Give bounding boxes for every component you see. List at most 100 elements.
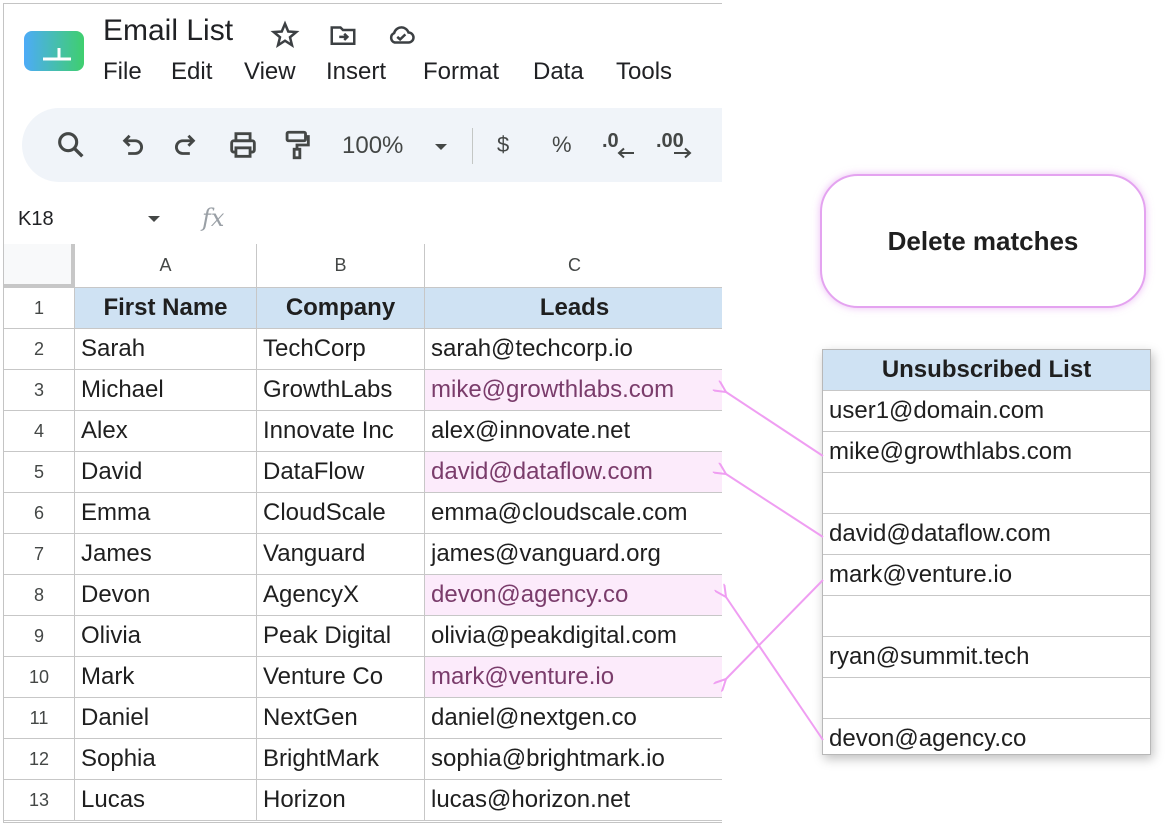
- lead-cell-matched[interactable]: devon@agency.co: [425, 575, 722, 616]
- name-box[interactable]: K18: [18, 208, 54, 231]
- document-title[interactable]: Email List: [103, 14, 233, 48]
- row-header[interactable]: 11: [4, 698, 75, 739]
- row-header[interactable]: 7: [4, 534, 75, 575]
- lead-cell[interactable]: james@vanguard.org: [425, 534, 722, 575]
- arrow-left-icon: [617, 147, 634, 159]
- company-cell[interactable]: AgencyX: [257, 575, 425, 616]
- print-icon[interactable]: [226, 128, 260, 162]
- select-all-corner[interactable]: [4, 244, 75, 288]
- company-cell[interactable]: Innovate Inc: [257, 411, 425, 452]
- namebox-caret-icon[interactable]: [146, 214, 162, 224]
- first-name-cell[interactable]: James: [75, 534, 257, 575]
- row-header[interactable]: 2: [4, 329, 75, 370]
- percent-format-button[interactable]: %: [552, 132, 572, 158]
- row-header[interactable]: 13: [4, 780, 75, 821]
- column-header-b[interactable]: B: [257, 244, 425, 288]
- paint-format-icon[interactable]: [280, 128, 314, 162]
- row-header[interactable]: 9: [4, 616, 75, 657]
- lead-cell-matched[interactable]: david@dataflow.com: [425, 452, 722, 493]
- redo-icon[interactable]: [170, 128, 204, 162]
- unsubscribed-email-cell[interactable]: user1@domain.com: [823, 391, 1150, 432]
- first-name-cell[interactable]: Mark: [75, 657, 257, 698]
- column-header-a[interactable]: A: [75, 244, 257, 288]
- company-cell[interactable]: NextGen: [257, 698, 425, 739]
- dropdown-caret-icon[interactable]: [433, 142, 449, 152]
- lead-cell[interactable]: alex@innovate.net: [425, 411, 722, 452]
- first-name-cell[interactable]: Lucas: [75, 780, 257, 821]
- arrow-mike: [726, 392, 824, 457]
- delete-matches-button[interactable]: Delete matches: [820, 174, 1146, 308]
- unsubscribed-list-title: Unsubscribed List: [823, 350, 1150, 391]
- menu-insert[interactable]: Insert: [326, 58, 423, 86]
- row-header[interactable]: 1: [4, 288, 75, 329]
- first-name-cell[interactable]: Alex: [75, 411, 257, 452]
- spreadsheet-window: Email List File Edit View Insert Format …: [3, 3, 722, 823]
- search-icon[interactable]: [54, 128, 88, 162]
- lead-cell-matched[interactable]: mike@growthlabs.com: [425, 370, 722, 411]
- zoom-select[interactable]: 100%: [342, 132, 403, 160]
- lead-cell[interactable]: daniel@nextgen.co: [425, 698, 722, 739]
- star-icon[interactable]: [270, 20, 300, 50]
- sheets-logo[interactable]: [23, 28, 85, 74]
- menu-data[interactable]: Data: [533, 58, 616, 86]
- row-header[interactable]: 5: [4, 452, 75, 493]
- company-cell[interactable]: GrowthLabs: [257, 370, 425, 411]
- first-name-cell[interactable]: Sophia: [75, 739, 257, 780]
- menu-view[interactable]: View: [244, 58, 326, 86]
- first-name-cell[interactable]: David: [75, 452, 257, 493]
- column-title[interactable]: Leads: [425, 288, 722, 329]
- lead-cell[interactable]: lucas@horizon.net: [425, 780, 722, 821]
- menu-format[interactable]: Format: [423, 58, 533, 86]
- company-cell[interactable]: CloudScale: [257, 493, 425, 534]
- arrow-devon: [726, 597, 824, 741]
- first-name-cell[interactable]: Olivia: [75, 616, 257, 657]
- unsubscribed-email-cell[interactable]: [823, 678, 1150, 719]
- increase-decimal-button[interactable]: .00: [656, 130, 696, 164]
- unsubscribed-email-cell[interactable]: ryan@summit.tech: [823, 637, 1150, 678]
- unsubscribed-email-cell[interactable]: devon@agency.co: [823, 719, 1150, 754]
- first-name-cell[interactable]: Daniel: [75, 698, 257, 739]
- row-header[interactable]: 4: [4, 411, 75, 452]
- row-header[interactable]: 10: [4, 657, 75, 698]
- unsubscribed-email-cell[interactable]: [823, 473, 1150, 514]
- unsubscribed-email-cell[interactable]: mark@venture.io: [823, 555, 1150, 596]
- column-header-c[interactable]: C: [425, 244, 722, 288]
- row-header[interactable]: 3: [4, 370, 75, 411]
- company-cell[interactable]: TechCorp: [257, 329, 425, 370]
- menu-file[interactable]: File: [103, 58, 171, 86]
- column-title[interactable]: Company: [257, 288, 425, 329]
- decrease-decimal-button[interactable]: .0: [602, 130, 638, 164]
- lead-cell[interactable]: sophia@brightmark.io: [425, 739, 722, 780]
- column-title[interactable]: First Name: [75, 288, 257, 329]
- arrow-david: [726, 474, 824, 538]
- lead-cell[interactable]: sarah@techcorp.io: [425, 329, 722, 370]
- lead-cell-matched[interactable]: mark@venture.io: [425, 657, 722, 698]
- company-cell[interactable]: Vanguard: [257, 534, 425, 575]
- row-header[interactable]: 12: [4, 739, 75, 780]
- row-header[interactable]: 6: [4, 493, 75, 534]
- company-cell[interactable]: BrightMark: [257, 739, 425, 780]
- lead-cell[interactable]: emma@cloudscale.com: [425, 493, 722, 534]
- company-cell[interactable]: Horizon: [257, 780, 425, 821]
- undo-icon[interactable]: [114, 128, 148, 162]
- toolbar: 100% $ % .0 .00: [22, 108, 722, 182]
- first-name-cell[interactable]: Sarah: [75, 329, 257, 370]
- first-name-cell[interactable]: Devon: [75, 575, 257, 616]
- unsubscribed-email-cell[interactable]: david@dataflow.com: [823, 514, 1150, 555]
- company-cell[interactable]: DataFlow: [257, 452, 425, 493]
- cloud-saved-icon[interactable]: [386, 20, 416, 50]
- first-name-cell[interactable]: Michael: [75, 370, 257, 411]
- unsubscribed-list-table: Unsubscribed List user1@domain.com mike@gr…: [822, 349, 1151, 755]
- menu-tools[interactable]: Tools: [616, 58, 672, 86]
- move-folder-icon[interactable]: [328, 20, 358, 50]
- company-cell[interactable]: Peak Digital: [257, 616, 425, 657]
- formula-bar: K18 fx: [4, 194, 722, 244]
- menu-edit[interactable]: Edit: [171, 58, 244, 86]
- unsubscribed-email-cell[interactable]: mike@growthlabs.com: [823, 432, 1150, 473]
- row-header[interactable]: 8: [4, 575, 75, 616]
- company-cell[interactable]: Venture Co: [257, 657, 425, 698]
- currency-format-button[interactable]: $: [497, 132, 509, 158]
- unsubscribed-email-cell[interactable]: [823, 596, 1150, 637]
- first-name-cell[interactable]: Emma: [75, 493, 257, 534]
- lead-cell[interactable]: olivia@peakdigital.com: [425, 616, 722, 657]
